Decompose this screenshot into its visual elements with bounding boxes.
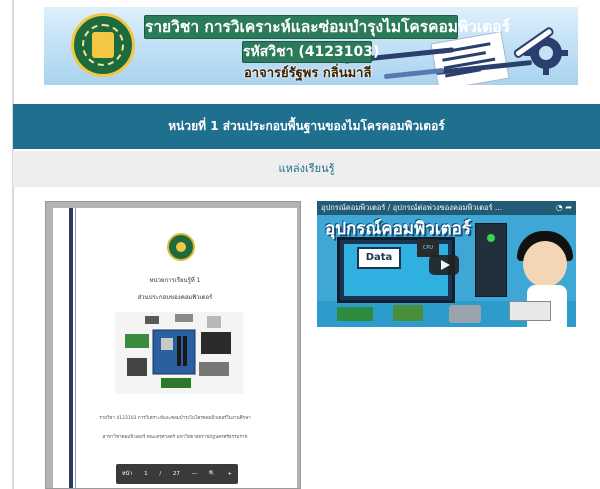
unit-title-bar: หน่วยที่ 1 ส่วนประกอบพื้นฐานของไมโครคอมพ…	[13, 104, 600, 149]
video-embed[interactable]: Data CPU อุปกรณ์คอมพิวเตอร์ อุปกรณ์คอมพิ…	[317, 201, 576, 327]
course-code: รหัสวิชา (4123103)	[242, 41, 379, 63]
total-pages: 27	[172, 471, 180, 477]
college-seal-icon	[167, 233, 195, 261]
pdf-toolbar: หน้า 1 / 27 — 🔍 +	[116, 464, 238, 484]
zoom-icon[interactable]: 🔍	[209, 471, 216, 477]
pdf-viewer[interactable]: หน่วยการเรียนรู้ที่ 1 ส่วนประกอบของคอมพิ…	[45, 201, 301, 489]
zoom-out-button[interactable]: —	[192, 471, 198, 477]
learning-resources-heading: แหล่งเรียนรู้	[13, 151, 600, 187]
page-separator: /	[159, 471, 162, 477]
board-illustration	[393, 305, 423, 321]
zoom-in-button[interactable]: +	[227, 471, 232, 477]
pdf-subheading: ส่วนประกอบของคอมพิวเตอร์	[137, 294, 213, 301]
computer-tower-illustration	[475, 223, 507, 297]
ram-illustration	[337, 307, 373, 321]
pdf-footer-line: สาขาวิชาคอมพิวเตอร์ คณะครุศาสตร์ มหาวิทย…	[102, 435, 248, 440]
course-banner: รายวิชา การวิเคราะห์และซ่อมบำรุงไมโครคอม…	[44, 7, 578, 85]
pdf-footer-line: รายวิชา 4123103 การวิเคราะห์และซ่อมบำรุง…	[99, 416, 251, 421]
pdf-heading: หน่วยการเรียนรู้ที่ 1	[149, 277, 201, 284]
college-seal-icon	[71, 13, 135, 77]
computer-hardware-image	[115, 312, 243, 394]
page-label: หน้า	[121, 471, 133, 477]
play-button-icon[interactable]	[429, 255, 459, 275]
current-page-input[interactable]: 1	[144, 471, 148, 477]
document-illustration	[430, 31, 510, 85]
video-title[interactable]: อุปกรณ์คอมพิวเตอร์ / อุปกรณ์ต่อพ่วงของคอ…	[317, 201, 576, 215]
pdf-page: หน่วยการเรียนรู้ที่ 1 ส่วนประกอบของคอมพิ…	[53, 208, 297, 488]
video-heading-text: อุปกรณ์คอมพิวเตอร์	[325, 219, 471, 239]
hard-disk-illustration	[449, 305, 481, 323]
share-icon[interactable]: ◔ ➦	[556, 203, 572, 212]
wrench-gear-icon	[513, 27, 568, 75]
course-title: รายวิชา การวิเคราะห์และซ่อมบำรุงไมโครคอม…	[144, 15, 510, 39]
instructor-name: อาจารย์รัฐพร กลิ่นมาลี	[244, 66, 372, 81]
optical-drive-illustration	[509, 301, 551, 321]
page-left-border	[12, 0, 14, 489]
data-label: Data	[357, 247, 401, 269]
